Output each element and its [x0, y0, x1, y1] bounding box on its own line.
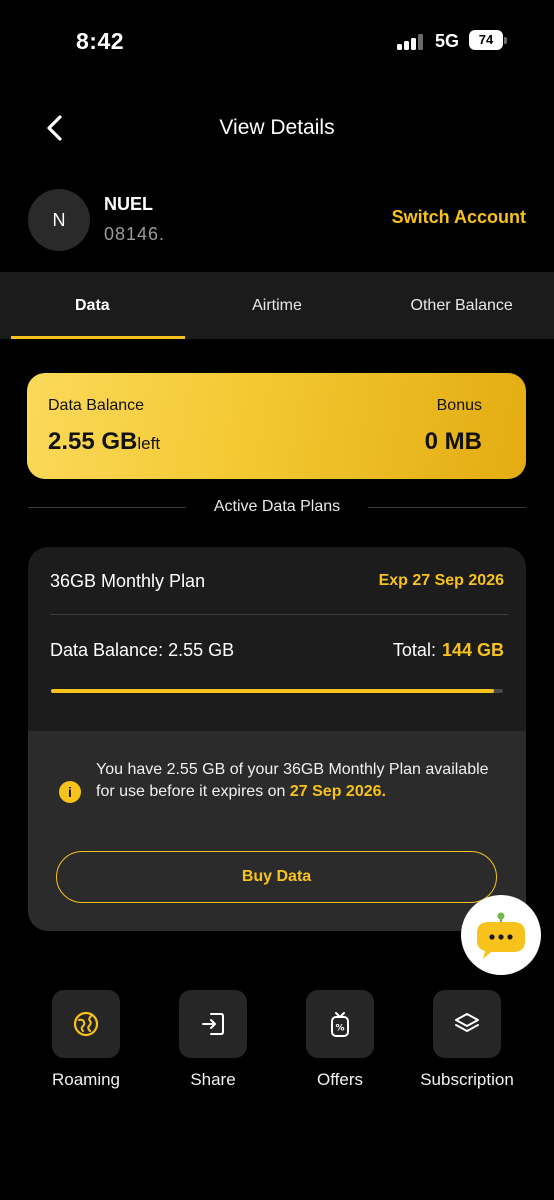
divider-line [28, 506, 186, 508]
plan-info-date: 27 Sep 2026. [289, 783, 386, 800]
plan-progress-fill [51, 689, 494, 693]
offers-icon: % [331, 1012, 349, 1037]
quick-action-share[interactable]: Share [153, 990, 273, 1090]
chat-bot-button[interactable] [461, 895, 541, 975]
signal-icon [397, 34, 429, 50]
quick-action-tile [179, 990, 247, 1058]
plan-expiry: Exp 27 Sep 2026 [378, 572, 504, 589]
quick-action-label: Share [190, 1070, 236, 1089]
bonus-value: 0 MB [424, 428, 482, 455]
share-icon [202, 1013, 224, 1035]
section-title: Active Data Plans [213, 498, 341, 515]
plan-card: 36GB Monthly Plan Exp 27 Sep 2026 Data B… [28, 547, 526, 931]
svg-text:%: % [335, 1024, 344, 1034]
subscription-icon [455, 1013, 479, 1032]
data-balance-card: Data Balance 2.55 GBleft Bonus 0 MB [27, 373, 526, 479]
quick-action-tile [52, 990, 120, 1058]
page-title: View Details [219, 116, 335, 139]
plan-balance: Data Balance: 2.55 GB [50, 640, 235, 660]
plan-total: Total: 144 GB [393, 640, 504, 661]
chat-bot-icon [477, 912, 525, 959]
plan-name: 36GB Monthly Plan [50, 571, 206, 591]
plan-info-text: You have 2.55 GB of your 36GB Monthly Pl… [96, 759, 496, 803]
quick-action-label: Roaming [51, 1070, 121, 1089]
balance-tabs: Data Airtime Other Balance [0, 272, 554, 339]
avatar: N [28, 189, 90, 251]
plan-info-panel: i You have 2.55 GB of your 36GB Monthly … [28, 731, 526, 931]
account-name: NUEL [104, 194, 153, 214]
quick-action-label: Offers [317, 1070, 363, 1089]
status-bar: 8:42 5G 74 [0, 0, 554, 84]
active-plans-divider: Active Data Plans [28, 495, 526, 519]
battery-cap [504, 37, 507, 44]
plan-total-label: Total: [392, 640, 436, 660]
tab-data[interactable]: Data [0, 272, 185, 339]
tab-airtime[interactable]: Airtime [185, 272, 370, 339]
divider-line [368, 506, 526, 508]
switch-account-button[interactable]: Switch Account [392, 207, 526, 228]
roaming-icon [73, 1011, 99, 1037]
quick-action-label: Subscription [420, 1070, 514, 1089]
battery-icon: 74 [469, 30, 503, 50]
quick-action-subscription[interactable]: Subscription [407, 990, 527, 1090]
quick-action-roaming[interactable]: Roaming [26, 990, 146, 1090]
quick-actions: Roaming Share % Offers Subscription [0, 990, 554, 1100]
plan-progress-bar [51, 689, 503, 693]
data-balance-suffix: left [137, 434, 161, 453]
plan-total-value: 144 GB [441, 640, 504, 660]
bonus-label: Bonus [436, 397, 482, 414]
header: View Details [0, 100, 554, 156]
quick-action-tile [433, 990, 501, 1058]
quick-action-offers[interactable]: % Offers [280, 990, 400, 1090]
quick-action-tile: % [306, 990, 374, 1058]
data-balance-amount: 2.55 GB [48, 428, 138, 455]
network-label: 5G [435, 31, 460, 51]
buy-data-button[interactable]: Buy Data [56, 851, 497, 903]
divider [50, 614, 508, 615]
tab-other-balance[interactable]: Other Balance [369, 272, 554, 339]
account-number: 08146. [104, 224, 166, 244]
data-balance-label: Data Balance [48, 397, 145, 414]
status-time: 8:42 [76, 28, 125, 54]
account-row: N NUEL 08146. Switch Account [0, 186, 554, 260]
data-balance-value: 2.55 GBleft [48, 428, 160, 456]
info-icon: i [59, 781, 81, 803]
